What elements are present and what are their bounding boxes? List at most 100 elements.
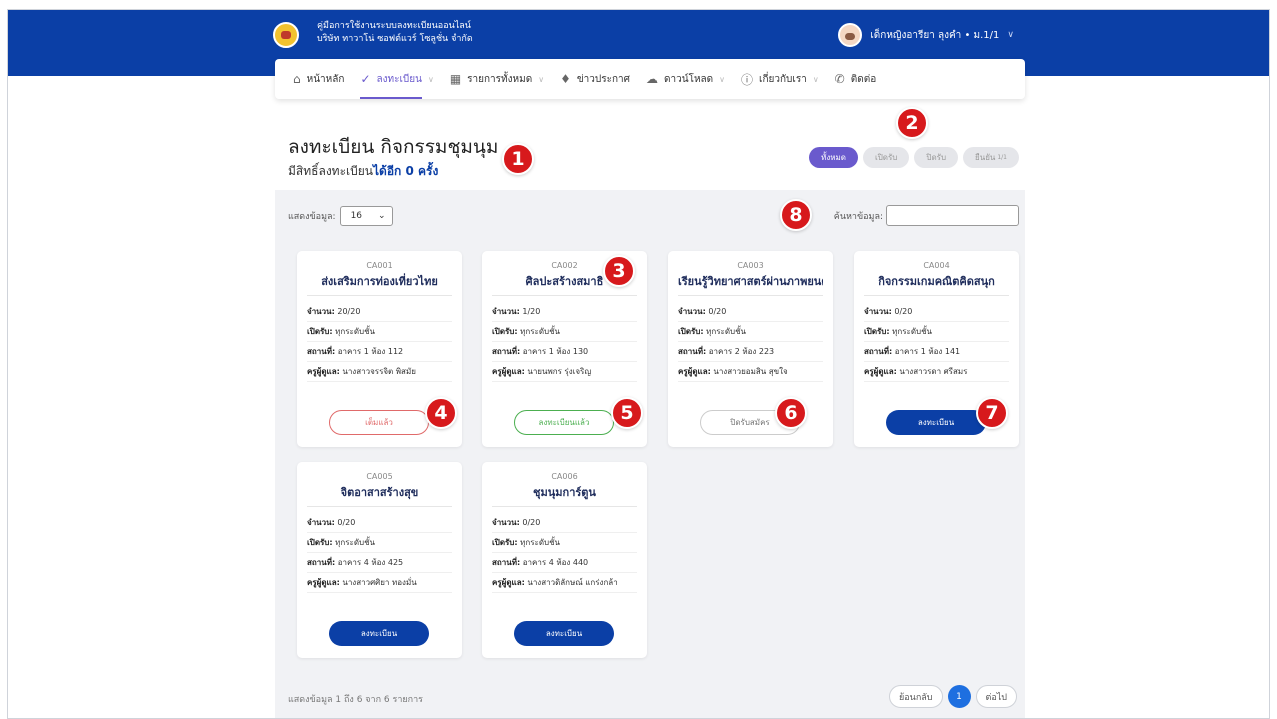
user-menu[interactable]: เด็กหญิงอารียา ลุงคำ • ม.1/1 ∨	[838, 23, 1014, 47]
page-title: ลงทะเบียน กิจกรรมชุมนุม	[288, 136, 499, 158]
bell-icon: ♦	[560, 72, 571, 86]
card-count-row: จำนวน: 0/20	[492, 513, 637, 533]
card-count-row: จำนวน: 0/20	[678, 302, 823, 322]
count-label: จำนวน:	[307, 518, 335, 527]
school-logo-icon	[273, 22, 299, 48]
card-place-row: สถานที่: อาคาร 1 ห้อง 112	[307, 342, 452, 362]
card-teacher: นางสาวดิลักษณ์ แกร่งกล้า	[527, 578, 618, 587]
place-label: สถานที่:	[492, 347, 521, 356]
nav-all-items[interactable]: ▦ รายการทั้งหมด ∨	[442, 59, 552, 99]
card-teacher-row: ครูผู้ดูแล: นายนพกร รุ่งเจริญ	[492, 362, 637, 382]
nav-news[interactable]: ♦ ข่าวประกาศ	[552, 59, 638, 99]
callout-badge-8: 8	[780, 199, 812, 231]
card-code: CA003	[737, 261, 764, 270]
card-teacher-row: ครูผู้ดูแล: นางสาวดิลักษณ์ แกร่งกล้า	[492, 573, 637, 593]
card-place: อาคาร 4 ห้อง 440	[522, 558, 589, 567]
teacher-label: ครูผู้ดูแล:	[492, 578, 525, 587]
page-size-select[interactable]: 16 ⌄	[339, 206, 393, 226]
page-1-button[interactable]: 1	[947, 685, 971, 708]
filter-open[interactable]: เปิดรับ	[862, 147, 910, 168]
card-teacher: นายนพกร รุ่งเจริญ	[527, 367, 592, 376]
nav-contact[interactable]: ✆ ติดต่อ	[827, 59, 885, 99]
search-control: ค้นหาข้อมูล:	[834, 205, 1019, 226]
card-teacher-row: ครูผู้ดูแล: นางสาวรดา ศรีสมร	[864, 362, 1009, 382]
next-page-button[interactable]: ต่อไป	[975, 685, 1017, 708]
remaining-quota: ได้อีก 0 ครั้ง	[373, 164, 439, 178]
main-content: ลงทะเบียน กิจกรรมชุมนุม มีสิทธิ์ลงทะเบีย…	[275, 122, 1025, 718]
callout-badge-6: 6	[775, 397, 807, 429]
chevron-down-icon: ∨	[1007, 30, 1014, 40]
chevron-down-icon: ∨	[427, 74, 434, 84]
card-teacher-row: ครูผู้ดูแล: นางสาวยอมสิน สุขใจ	[678, 362, 823, 382]
phone-icon: ✆	[834, 72, 845, 86]
open-label: เปิดรับ:	[492, 327, 518, 336]
callout-badge-4: 4	[425, 397, 457, 429]
card-place: อาคาร 1 ห้อง 141	[894, 347, 961, 356]
prev-page-button[interactable]: ย้อนกลับ	[888, 685, 943, 708]
chevron-down-icon: ⌄	[378, 211, 386, 221]
nav-download-label: ดาวน์โหลด	[664, 73, 714, 85]
count-label: จำนวน:	[864, 307, 892, 316]
card-teacher: นางสาวยอมสิน สุขใจ	[713, 367, 788, 376]
card-teacher: นางสาวรดา ศรีสมร	[899, 367, 968, 376]
activity-card: CA003 เรียนรู้วิทยาศาสตร์ผ่านภาพยนตร์ จำ…	[668, 251, 833, 447]
register-button[interactable]: ลงทะเบียน	[514, 621, 614, 646]
card-open: ทุกระดับชั้น	[892, 327, 933, 336]
card-open-row: เปิดรับ: ทุกระดับชั้น	[864, 322, 1009, 342]
card-open-row: เปิดรับ: ทุกระดับชั้น	[492, 533, 637, 553]
info-icon: ⓘ	[741, 72, 754, 87]
filter-all[interactable]: ทั้งหมด	[809, 147, 858, 168]
card-teacher-row: ครูผู้ดูแล: นางสาวจรรจิต พิสมัย	[307, 362, 452, 382]
nav-download[interactable]: ☁ ดาวน์โหลด ∨	[638, 59, 733, 99]
grid-icon: ▦	[449, 72, 462, 86]
pagination-info: แสดงข้อมูล 1 ถึง 6 จาก 6 รายการ	[288, 695, 423, 705]
card-details: จำนวน: 0/20 เปิดรับ: ทุกระดับชั้น สถานที…	[678, 302, 823, 382]
register-button[interactable]: ลงทะเบียน	[329, 621, 429, 646]
register-button[interactable]: ลงทะเบียน	[886, 410, 986, 435]
status-filters: ทั้งหมด เปิดรับ ปิดรับ ยืนยัน 1/1	[809, 147, 1019, 168]
card-place-row: สถานที่: อาคาร 2 ห้อง 223	[678, 342, 823, 362]
card-count-row: จำนวน: 0/20	[307, 513, 452, 533]
page-subtitle: มีสิทธิ์ลงทะเบียนได้อีก 0 ครั้ง	[288, 162, 438, 181]
home-icon: ⌂	[293, 72, 301, 86]
card-details: จำนวน: 20/20 เปิดรับ: ทุกระดับชั้น สถานท…	[307, 302, 452, 382]
registered-button[interactable]: ลงทะเบียนแล้ว	[514, 410, 614, 435]
search-input[interactable]	[886, 205, 1019, 226]
nav-about-label: เกี่ยวกับเรา	[759, 73, 807, 85]
card-count-row: จำนวน: 0/20	[864, 302, 1009, 322]
nav-home-label: หน้าหลัก	[306, 73, 345, 85]
open-label: เปิดรับ:	[678, 327, 704, 336]
card-teacher: นางสาวจรรจิต พิสมัย	[342, 367, 416, 376]
card-title: กิจกรรมเกมคณิตคิดสนุก	[864, 272, 1009, 296]
main-nav: ⌂ หน้าหลัก ✓ ลงทะเบียน ∨ ▦ รายการทั้งหมด…	[275, 59, 1025, 99]
count-label: จำนวน:	[678, 307, 706, 316]
card-teacher: นางสาวศศิยา ทองมั่น	[342, 578, 417, 587]
card-open: ทุกระดับชั้น	[335, 327, 376, 336]
card-title: ส่งเสริมการท่องเที่ยวไทย	[307, 272, 452, 296]
nav-home[interactable]: ⌂ หน้าหลัก	[285, 59, 352, 99]
nav-register-label: ลงทะเบียน	[376, 73, 422, 85]
filter-confirmed[interactable]: ยืนยัน 1/1	[963, 147, 1019, 168]
card-count: 0/20	[522, 518, 541, 527]
avatar	[838, 23, 863, 47]
place-label: สถานที่:	[864, 347, 893, 356]
card-count: 0/20	[894, 307, 913, 316]
chevron-down-icon: ∨	[812, 74, 819, 84]
full-button[interactable]: เต็มแล้ว	[329, 410, 429, 435]
nav-register[interactable]: ✓ ลงทะเบียน ∨	[352, 59, 441, 99]
card-code: CA001	[366, 261, 393, 270]
search-label: ค้นหาข้อมูล:	[833, 211, 883, 222]
nav-about[interactable]: ⓘ เกี่ยวกับเรา ∨	[733, 59, 827, 99]
place-label: สถานที่:	[678, 347, 707, 356]
card-place-row: สถานที่: อาคาร 1 ห้อง 141	[864, 342, 1009, 362]
card-place-row: สถานที่: อาคาร 4 ห้อง 440	[492, 553, 637, 573]
card-title: จิตอาสาสร้างสุข	[307, 483, 452, 507]
place-label: สถานที่:	[307, 558, 336, 567]
user-name: เด็กหญิงอารียา ลุงคำ • ม.1/1	[870, 29, 1000, 41]
card-details: จำนวน: 0/20 เปิดรับ: ทุกระดับชั้น สถานที…	[307, 513, 452, 593]
activity-card: CA005 จิตอาสาสร้างสุข จำนวน: 0/20 เปิดรั…	[297, 462, 462, 658]
chevron-down-icon: ∨	[719, 74, 726, 84]
card-open: ทุกระดับชั้น	[706, 327, 747, 336]
filter-closed[interactable]: ปิดรับ	[914, 147, 959, 168]
count-label: จำนวน:	[492, 307, 520, 316]
